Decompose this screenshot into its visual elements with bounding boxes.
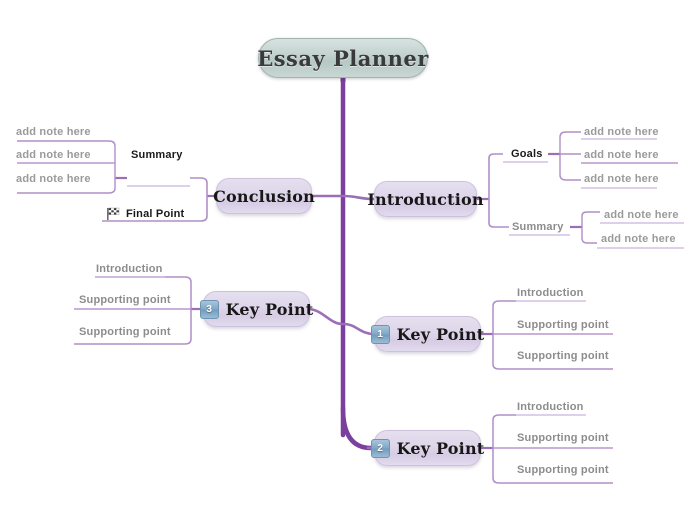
goals-note-2[interactable]: add note here — [584, 149, 659, 162]
number-badge-1-icon: 1 — [370, 324, 390, 344]
branch-label-goals[interactable]: Goals — [511, 148, 543, 161]
kp2-item-2[interactable]: Supporting point — [517, 432, 609, 445]
checkered-flag-icon — [107, 207, 120, 220]
topic-node-key-point-3[interactable]: 3 Key Point — [199, 291, 313, 327]
topic-label-key-point-2: Key Point — [396, 438, 485, 458]
topic-node-key-point-2[interactable]: 2 Key Point — [370, 430, 484, 466]
kp2-item-3[interactable]: Supporting point — [517, 464, 609, 477]
conclusion-spine-final — [190, 196, 208, 222]
goals-note-1-wire — [559, 131, 581, 154]
goals-note-3-wire — [559, 154, 581, 181]
trunk-curve-bottom — [340, 405, 374, 451]
topic-label-introduction: Introduction — [367, 189, 484, 209]
kp1-item-2[interactable]: Supporting point — [517, 319, 609, 332]
kp3-item-2[interactable]: Supporting point — [79, 294, 171, 307]
kp2-item-1[interactable]: Introduction — [517, 401, 584, 414]
conclusion-summary-note-1[interactable]: add note here — [16, 126, 91, 139]
kp3-item-1[interactable]: Introduction — [96, 263, 163, 276]
intro-spine-goals — [488, 153, 503, 199]
introduction-summary-note-1[interactable]: add note here — [604, 209, 679, 222]
conclusion-summary-note-2[interactable]: add note here — [16, 149, 91, 162]
topic-node-key-point-1[interactable]: 1 Key Point — [370, 316, 484, 352]
branch-key-point-1 — [342, 322, 376, 336]
root-label: Essay Planner — [257, 45, 429, 71]
intro-spine-summary — [488, 199, 509, 228]
kp3-item-3[interactable]: Supporting point — [79, 326, 171, 339]
number-badge-3-icon: 3 — [199, 299, 219, 319]
introduction-summary-note-2[interactable]: add note here — [601, 233, 676, 246]
kp2-item-1-wire — [492, 414, 516, 448]
intro-summary-note-2-wire — [581, 227, 597, 244]
branch-label-conclusion-summary[interactable]: Summary — [131, 149, 183, 162]
kp1-item-1-wire — [492, 300, 516, 334]
kp1-item-1[interactable]: Introduction — [517, 287, 584, 300]
mindmap-canvas: Essay Planner Introduction Conclusion 1 … — [0, 0, 696, 520]
topic-node-conclusion[interactable]: Conclusion — [213, 178, 315, 214]
goals-note-3[interactable]: add note here — [584, 173, 659, 186]
topic-label-conclusion: Conclusion — [213, 186, 315, 206]
topic-node-introduction[interactable]: Introduction — [367, 181, 483, 217]
conclusion-spine-summary — [190, 177, 208, 196]
branch-label-introduction-summary[interactable]: Summary — [512, 221, 564, 234]
kp1-item-3[interactable]: Supporting point — [517, 350, 609, 363]
branch-label-final-point[interactable]: Final Point — [126, 208, 184, 221]
topic-label-key-point-1: Key Point — [396, 324, 485, 344]
root-node[interactable]: Essay Planner — [257, 38, 429, 78]
number-badge-2-icon: 2 — [370, 438, 390, 458]
conclusion-summary-note-3[interactable]: add note here — [16, 173, 91, 186]
topic-label-key-point-3: Key Point — [225, 299, 314, 319]
goals-note-1[interactable]: add note here — [584, 126, 659, 139]
intro-summary-note-1-wire — [581, 211, 600, 227]
